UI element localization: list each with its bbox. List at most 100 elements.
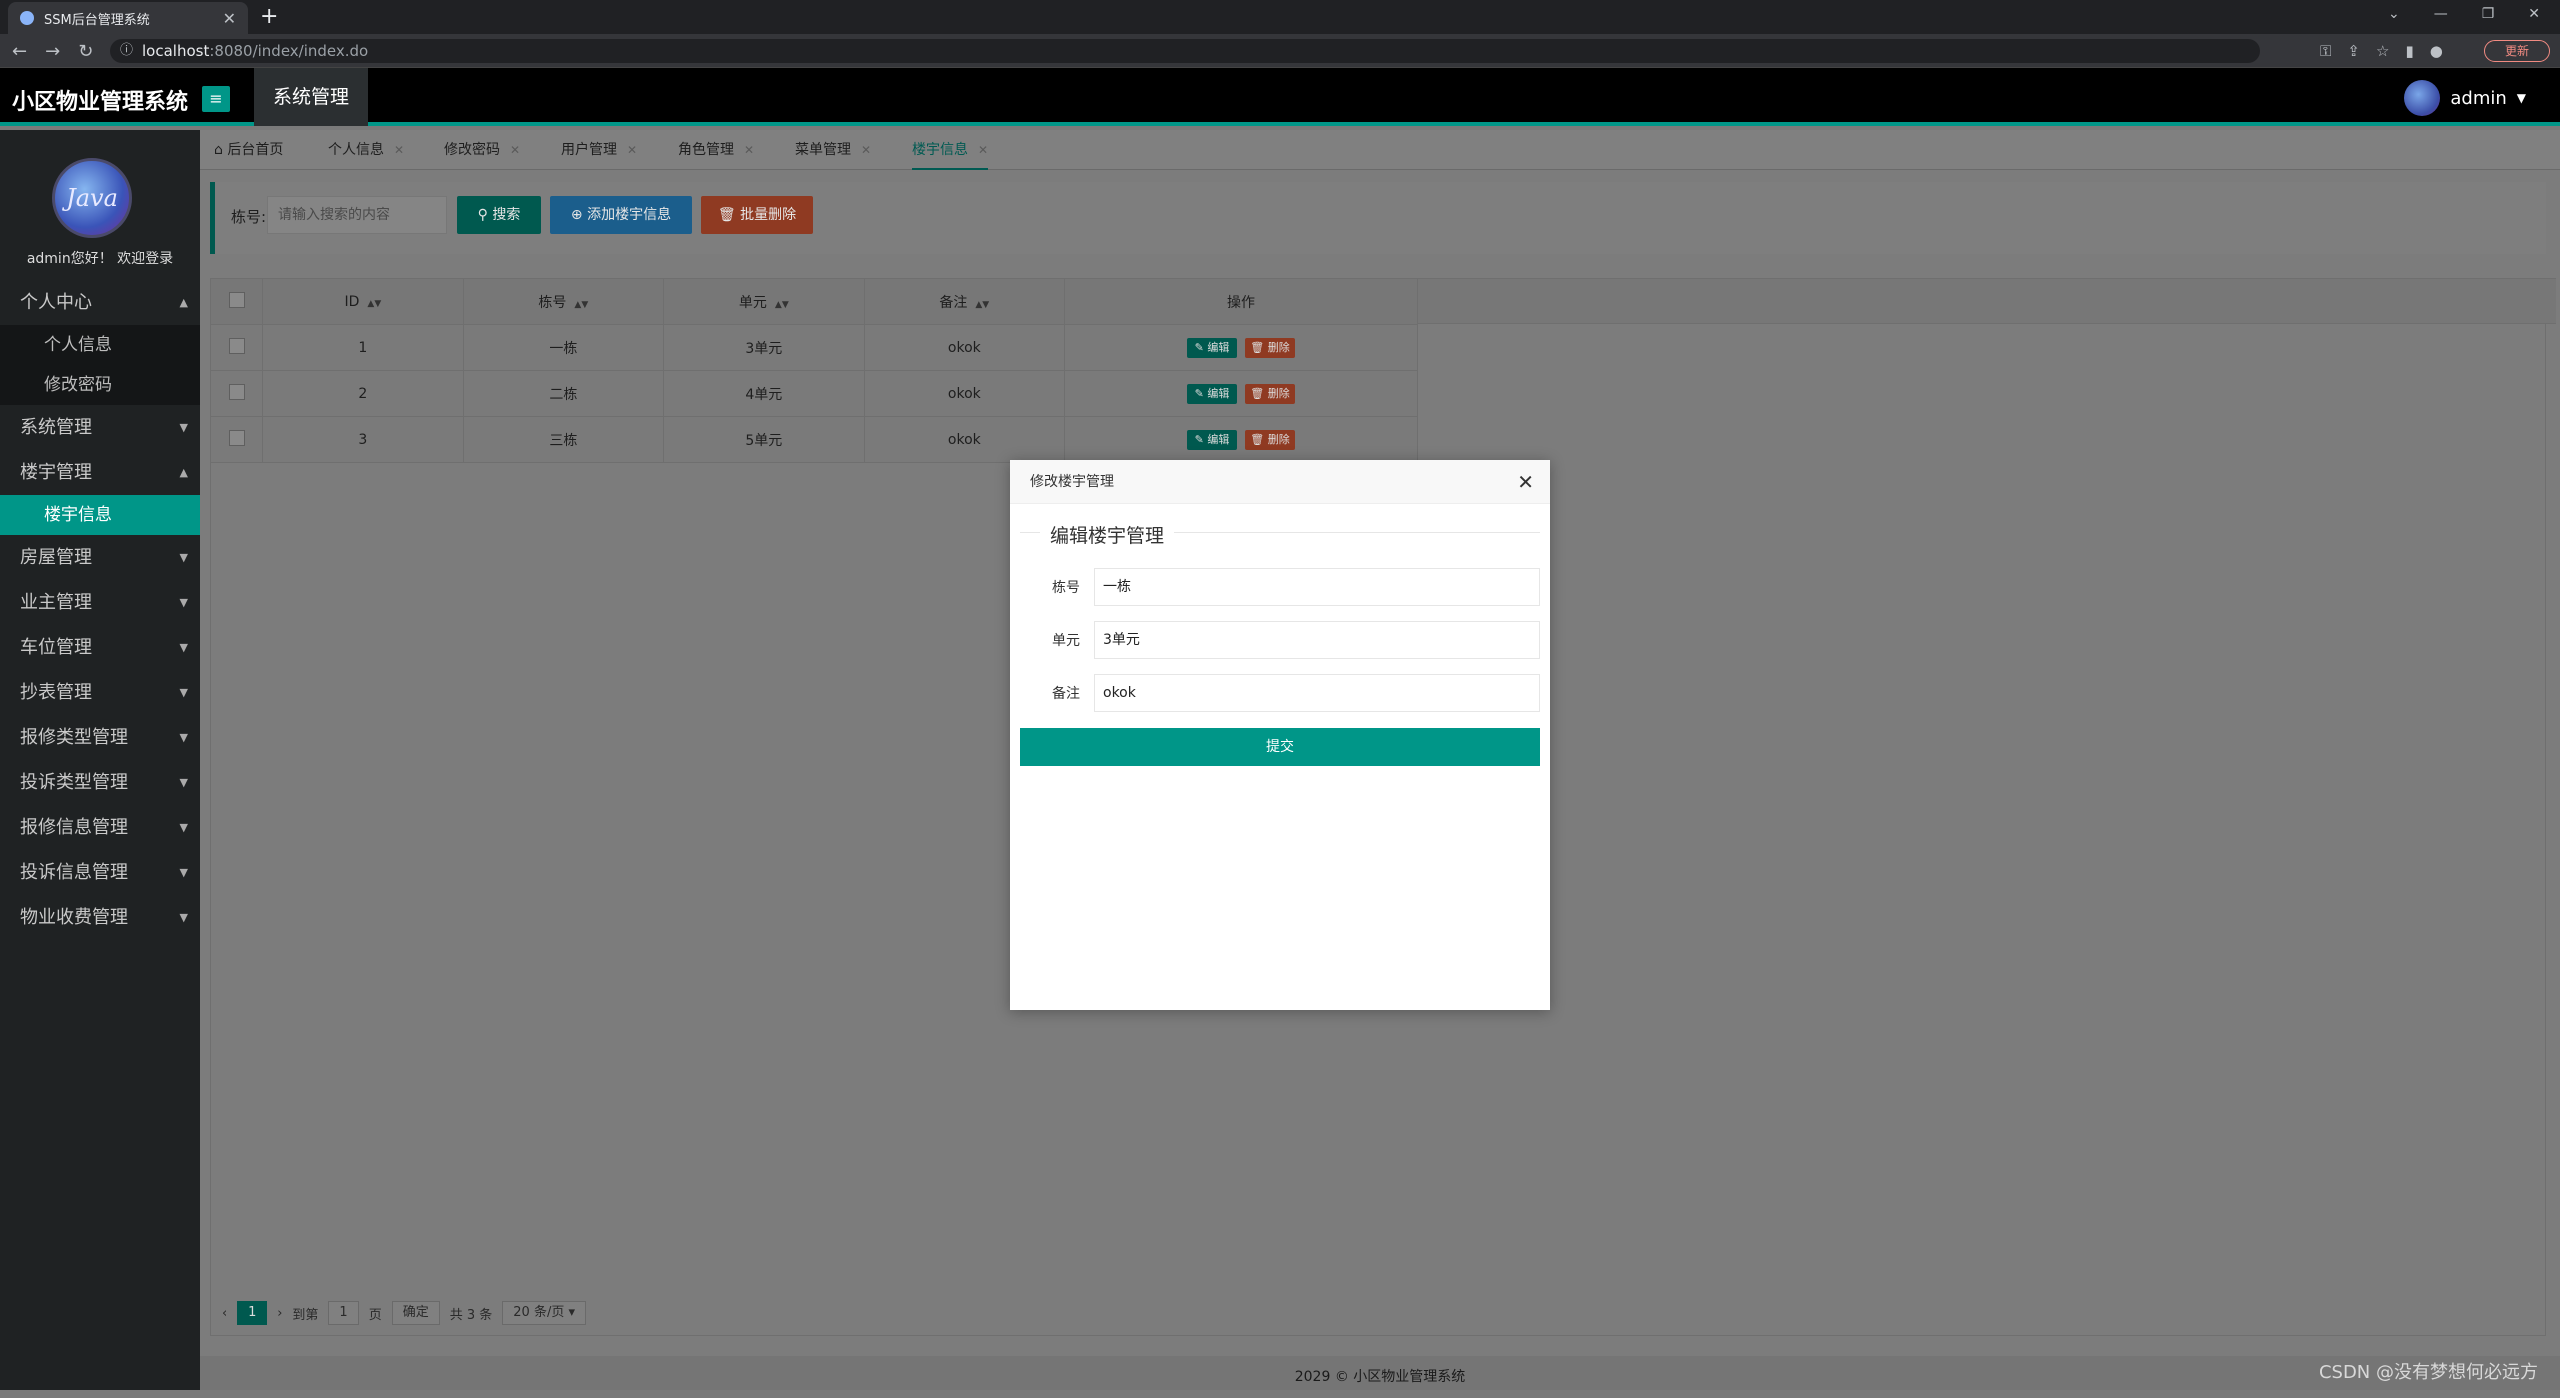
sidebar-item-personal-info[interactable]: 个人信息 bbox=[0, 325, 200, 365]
sidebar-item-change-password[interactable]: 修改密码 bbox=[0, 365, 200, 405]
restore-icon[interactable]: ❐ bbox=[2482, 6, 2495, 22]
top-nav-system[interactable]: 系统管理 bbox=[254, 68, 368, 126]
tab-user-management[interactable]: 用户管理 ✕ bbox=[561, 130, 637, 170]
forward-icon[interactable]: → bbox=[45, 41, 60, 62]
search-button-label: 搜索 bbox=[492, 207, 521, 223]
table-header-row: ID ▲▼ 栋号 ▲▼ 单元 ▲▼ 备注 ▲▼ 操作 bbox=[209, 278, 1418, 325]
submit-button[interactable]: 提交 bbox=[1020, 728, 1540, 766]
close-tab-icon[interactable]: ✕ bbox=[223, 9, 236, 28]
sort-icon[interactable]: ▲▼ bbox=[975, 300, 989, 310]
username: admin bbox=[2450, 87, 2507, 109]
back-icon[interactable]: ← bbox=[12, 41, 27, 62]
tab-change-password[interactable]: 修改密码 ✕ bbox=[444, 130, 520, 170]
col-id[interactable]: ID ▲▼ bbox=[262, 278, 464, 325]
close-icon[interactable]: ✕ bbox=[510, 143, 520, 157]
sidebar-item-parking[interactable]: 车位管理 ▼ bbox=[0, 625, 200, 670]
user-menu[interactable]: admin ▼ bbox=[2404, 80, 2526, 116]
close-icon[interactable]: ✕ bbox=[394, 143, 404, 157]
new-tab-icon[interactable]: + bbox=[260, 4, 278, 29]
tab-building-info[interactable]: 楼宇信息 ✕ bbox=[912, 130, 989, 170]
row-checkbox[interactable] bbox=[228, 429, 245, 446]
close-icon[interactable]: ✕ bbox=[744, 143, 754, 157]
close-icon[interactable]: ✕ bbox=[861, 143, 871, 157]
sidebar-item-building[interactable]: 楼宇管理 ▲ bbox=[0, 450, 200, 495]
sidebar-item-label: 投诉信息管理 bbox=[20, 862, 128, 883]
tab-search-icon[interactable]: ⌄ bbox=[2388, 6, 2400, 22]
batch-delete-button[interactable]: 🗑 批量删除 bbox=[701, 196, 813, 234]
tab-menu-management[interactable]: 菜单管理 ✕ bbox=[795, 130, 871, 170]
tab-role-management[interactable]: 角色管理 ✕ bbox=[678, 130, 754, 170]
update-button[interactable]: 更新 bbox=[2484, 40, 2550, 62]
cell-unit: 5单元 bbox=[663, 416, 865, 463]
caret-down-icon: ▼ bbox=[179, 821, 188, 834]
search-button[interactable]: ⚲ 搜索 bbox=[457, 196, 541, 234]
unit-field[interactable]: 3单元 bbox=[1094, 621, 1540, 659]
cell-note: okok bbox=[863, 416, 1066, 463]
edit-button[interactable]: ✎ 编辑 bbox=[1187, 337, 1238, 358]
col-unit[interactable]: 单元 ▲▼ bbox=[663, 278, 865, 325]
sidebar-item-repair-type[interactable]: 报修类型管理 ▼ bbox=[0, 715, 200, 760]
reload-icon[interactable]: ↻ bbox=[78, 41, 93, 62]
edit-button[interactable]: ✎ 编辑 bbox=[1187, 429, 1238, 450]
trash-icon: 🗑 bbox=[717, 207, 741, 223]
select-all-checkbox[interactable] bbox=[228, 291, 245, 308]
close-icon[interactable]: ✕ bbox=[978, 143, 988, 157]
add-button-label: 添加楼宇信息 bbox=[587, 207, 672, 223]
info-icon[interactable]: ⓘ bbox=[120, 39, 133, 63]
sidebar-item-repair-info[interactable]: 报修信息管理 ▼ bbox=[0, 805, 200, 850]
sort-icon[interactable]: ▲▼ bbox=[574, 300, 588, 310]
menu-toggle-icon[interactable]: ≡ bbox=[202, 86, 230, 112]
next-page-icon[interactable]: › bbox=[277, 1306, 282, 1321]
caret-down-icon: ▼ bbox=[179, 776, 188, 789]
search-input[interactable]: 请输入搜索的内容 bbox=[267, 196, 447, 234]
col-note[interactable]: 备注 ▲▼ bbox=[863, 278, 1066, 325]
sidebar-item-owner[interactable]: 业主管理 ▼ bbox=[0, 580, 200, 625]
close-icon[interactable]: ✕ bbox=[627, 143, 637, 157]
note-field[interactable]: okok bbox=[1094, 674, 1540, 712]
building-field[interactable]: 一栋 bbox=[1094, 568, 1540, 606]
sidebar-item-personal-center[interactable]: 个人中心 ▲ bbox=[0, 280, 200, 325]
row-checkbox[interactable] bbox=[228, 337, 245, 354]
legend-title: 编辑楼宇管理 bbox=[1040, 521, 1175, 548]
row-checkbox[interactable] bbox=[228, 383, 245, 400]
sidebar-item-fees[interactable]: 物业收费管理 ▼ bbox=[0, 895, 200, 940]
profile-icon[interactable]: ● bbox=[2430, 42, 2443, 60]
add-building-button[interactable]: ⊕ 添加楼宇信息 bbox=[550, 196, 692, 234]
col-building[interactable]: 栋号 ▲▼ bbox=[462, 278, 665, 325]
close-window-icon[interactable]: ✕ bbox=[2528, 6, 2540, 22]
edit-button[interactable]: ✎ 编辑 bbox=[1187, 383, 1238, 404]
goto-confirm-button[interactable]: 确定 bbox=[391, 1301, 440, 1325]
tab-home[interactable]: ⌂ 后台首页 bbox=[214, 130, 283, 170]
minimize-icon[interactable]: — bbox=[2434, 6, 2448, 22]
sidebar-item-complaint-type[interactable]: 投诉类型管理 ▼ bbox=[0, 760, 200, 805]
sort-icon[interactable]: ▲▼ bbox=[367, 299, 381, 309]
delete-button[interactable]: 🗑 删除 bbox=[1245, 429, 1296, 450]
cell-building: 一栋 bbox=[462, 324, 665, 371]
close-icon[interactable]: ✕ bbox=[1517, 470, 1534, 494]
delete-button[interactable]: 🗑 删除 bbox=[1245, 383, 1296, 404]
url-input[interactable]: ⓘ localhost:8080/index/index.do bbox=[110, 39, 2260, 63]
prev-page-icon[interactable]: ‹ bbox=[222, 1306, 227, 1321]
sidebar-item-label: 报修类型管理 bbox=[20, 727, 128, 748]
pencil-icon: ✎ bbox=[1194, 432, 1208, 446]
app-logo: 小区物业管理系统 bbox=[12, 90, 189, 115]
sort-icon[interactable]: ▲▼ bbox=[775, 300, 789, 310]
sidebar-item-meter[interactable]: 抄表管理 ▼ bbox=[0, 670, 200, 715]
current-page[interactable]: 1 bbox=[237, 1301, 268, 1325]
delete-button[interactable]: 🗑 删除 bbox=[1245, 337, 1296, 358]
share-icon[interactable]: ⇪ bbox=[2347, 42, 2360, 60]
footer: 2029 © 小区物业管理系统 bbox=[200, 1356, 2560, 1390]
key-icon[interactable]: ⚿ bbox=[2320, 42, 2331, 60]
sidebar-item-house[interactable]: 房屋管理 ▼ bbox=[0, 535, 200, 580]
bookmark-star-icon[interactable]: ☆ bbox=[2376, 42, 2389, 60]
browser-tab[interactable]: SSM后台管理系统 ✕ bbox=[8, 2, 248, 34]
page-size-select[interactable]: 20 条/页 ▾ bbox=[502, 1301, 587, 1325]
tab-personal-info[interactable]: 个人信息 ✕ bbox=[328, 130, 404, 170]
trash-icon: 🗑 bbox=[1250, 386, 1268, 400]
goto-page-input[interactable]: 1 bbox=[328, 1301, 359, 1325]
sidebar-item-complaint-info[interactable]: 投诉信息管理 ▼ bbox=[0, 850, 200, 895]
sidebar-item-label: 报修信息管理 bbox=[20, 817, 128, 838]
sidepanel-icon[interactable]: ▮ bbox=[2405, 42, 2413, 60]
sidebar-item-building-info[interactable]: 楼宇信息 bbox=[0, 495, 200, 535]
sidebar-item-system[interactable]: 系统管理 ▼ bbox=[0, 405, 200, 450]
